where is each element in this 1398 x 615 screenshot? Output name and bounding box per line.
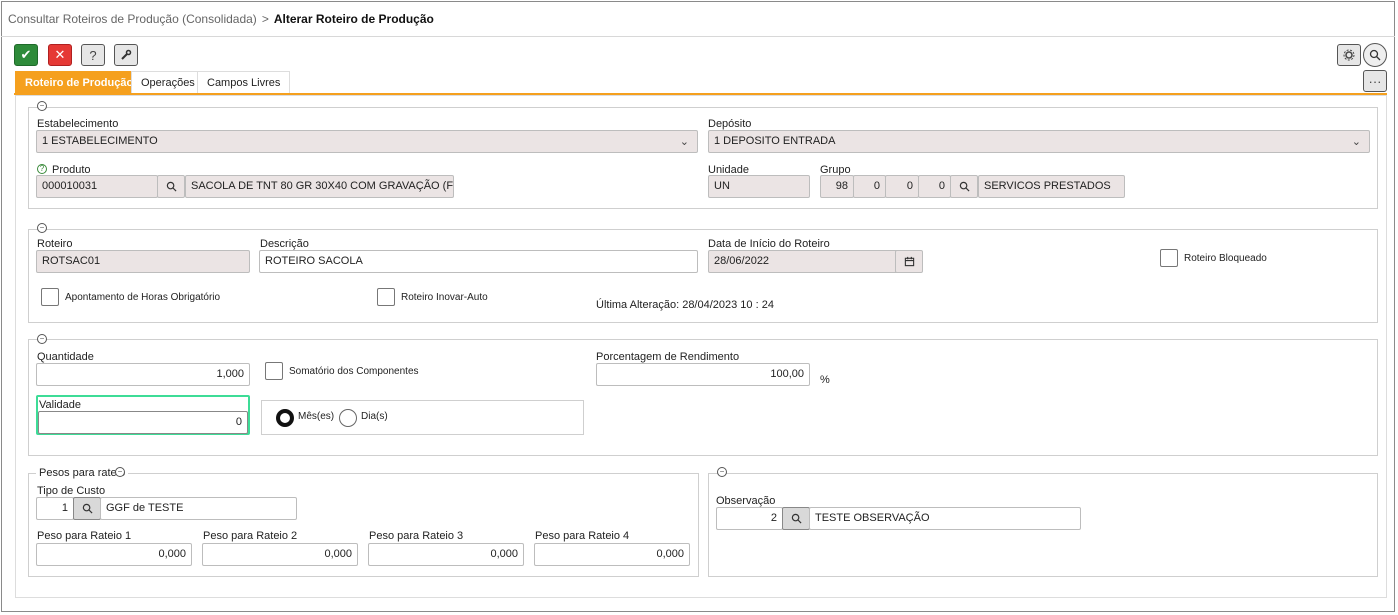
quantidade-label: Quantidade [37,351,94,363]
collapse-icon[interactable]: − [37,334,47,344]
more-icon: ··· [1368,73,1382,89]
deposito-select[interactable]: 1 DEPOSITO ENTRADA ⌄ [708,130,1370,153]
help-button[interactable]: ? [81,44,105,66]
more-options-button[interactable]: ··· [1363,70,1387,92]
page-title: Alterar Roteiro de Produção [273,12,434,26]
tools-button[interactable] [114,44,138,66]
descricao-input[interactable]: ROTEIRO SACOLA [259,250,698,273]
collapse-icon[interactable]: − [717,467,727,477]
peso-rateio-4-input[interactable]: 0,000 [534,543,690,566]
peso-rateio-2-input[interactable]: 0,000 [202,543,358,566]
roteiro-field: ROTSAC01 [36,250,250,273]
peso-rateio-1-label: Peso para Rateio 1 [37,530,132,542]
tipo-custo-code-input[interactable]: 1 [36,497,74,520]
header-divider [1,36,1395,37]
meses-label: Mês(es) [298,411,335,422]
peso-rateio-3-label: Peso para Rateio 3 [369,530,464,542]
roteiro-label: Roteiro [37,238,73,250]
search-icon [166,181,177,192]
collapse-icon[interactable]: − [115,467,125,477]
grupo-description-field: SERVICOS PRESTADOS [978,175,1125,198]
grupo-search-button[interactable] [950,175,978,198]
cancel-button[interactable]: ✕ [48,44,72,66]
chevron-down-icon: ⌄ [1351,136,1361,148]
tab-operacoes[interactable]: Operações [131,71,205,93]
estabelecimento-select[interactable]: 1 ESTABELECIMENTO ⌄ [36,130,698,153]
meses-radio[interactable] [276,409,294,427]
peso-rateio-3-input[interactable]: 0,000 [368,543,524,566]
estabelecimento-value: 1 ESTABELECIMENTO [42,135,158,147]
apontamento-checkbox[interactable] [41,288,59,306]
wrench-icon [121,49,132,60]
collapse-icon[interactable]: − [37,101,47,111]
tipo-custo-search-button[interactable] [73,497,101,520]
question-icon: ? [89,47,97,63]
observacao-code-input[interactable]: 2 [716,507,783,530]
grupo-field-2[interactable]: 0 [853,175,886,198]
search-icon [791,513,802,524]
breadcrumb-parent-link[interactable]: Consultar Roteiros de Produção (Consolid… [8,12,257,26]
calendar-icon [904,256,914,267]
search-icon [1369,49,1381,61]
tipo-custo-description-field: GGF de TESTE [100,497,297,520]
grupo-field-4[interactable]: 0 [918,175,951,198]
apontamento-label: Apontamento de Horas Obrigatório [65,292,221,303]
inovar-auto-checkbox[interactable] [377,288,395,306]
gear-icon [1343,49,1355,61]
settings-button[interactable] [1337,44,1361,66]
tab-campos-livres[interactable]: Campos Livres [197,71,291,93]
estabelecimento-label: Estabelecimento [37,118,119,130]
collapse-icon[interactable]: − [37,223,47,233]
somatorio-label: Somatório dos Componentes [289,366,419,377]
unidade-field: UN [708,175,810,198]
deposito-label: Depósito [708,118,752,130]
deposito-value: 1 DEPOSITO ENTRADA [714,135,836,147]
dias-radio[interactable] [339,409,357,427]
check-icon: ✔ [20,47,32,62]
validade-input[interactable]: 0 [38,411,248,434]
peso-rateio-2-label: Peso para Rateio 2 [203,530,298,542]
search-icon [959,181,970,192]
quantidade-input[interactable]: 1,000 [36,363,250,386]
tipo-custo-label: Tipo de Custo [37,485,106,497]
confirm-button[interactable]: ✔ [14,44,38,66]
somatorio-checkbox[interactable] [265,362,283,380]
observacao-search-button[interactable] [782,507,810,530]
observacao-label: Observação [716,495,776,507]
chevron-down-icon: ⌄ [679,136,689,148]
close-icon: ✕ [54,47,66,62]
data-inicio-label: Data de Início do Roteiro [708,238,830,250]
ultima-alteracao-text: Última Alteração: 28/04/2023 10 : 24 [596,299,774,311]
peso-rateio-1-input[interactable]: 0,000 [36,543,192,566]
breadcrumb: Consultar Roteiros de Produção (Consolid… [8,12,434,26]
search-button[interactable] [1363,43,1387,67]
peso-rateio-4-label: Peso para Rateio 4 [535,530,630,542]
breadcrumb-separator: > [261,12,269,26]
help-circle-icon[interactable]: ? [37,164,47,174]
produto-search-button[interactable] [157,175,185,198]
produto-code-field[interactable]: 000010031 [36,175,158,198]
data-inicio-field[interactable]: 28/06/2022 [708,250,898,273]
rendimento-input[interactable]: 100,00 [596,363,810,386]
tab-roteiro-producao[interactable]: Roteiro de Produção [15,71,144,93]
roteiro-bloqueado-checkbox[interactable] [1160,249,1178,267]
rendimento-label: Porcentagem de Rendimento [596,351,740,363]
validade-label: Validade [39,399,81,411]
roteiro-bloqueado-label: Roteiro Bloqueado [1184,253,1267,264]
inovar-auto-label: Roteiro Inovar-Auto [401,292,488,303]
grupo-field-3[interactable]: 0 [885,175,919,198]
descricao-label: Descrição [260,238,309,250]
percent-unit: % [820,374,830,386]
calendar-button[interactable] [895,250,923,273]
pesos-title-text: Pesos para rateio [39,467,126,479]
observacao-description-field: TESTE OBSERVAÇÃO [809,507,1081,530]
search-icon [82,503,93,514]
grupo-field-1[interactable]: 98 [820,175,854,198]
dias-label: Dia(s) [361,411,388,422]
produto-description-field: SACOLA DE TNT 80 GR 30X40 COM GRAVAÇÃO (… [185,175,454,198]
